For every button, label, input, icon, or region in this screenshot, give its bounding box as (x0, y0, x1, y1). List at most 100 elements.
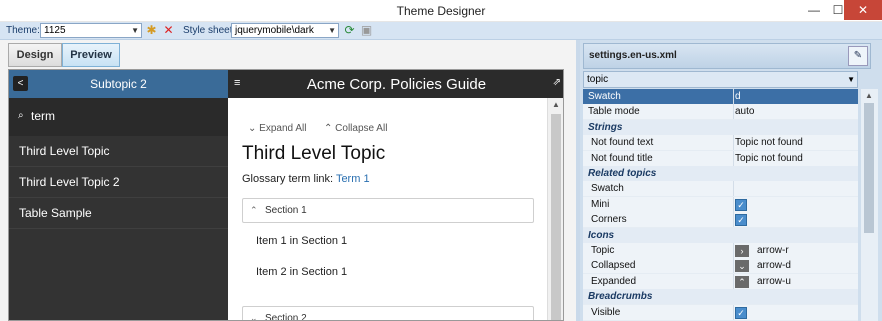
checkbox-checked-icon[interactable]: ✓ (735, 307, 747, 319)
property-row[interactable]: Collapsed ⌄ arrow-d (583, 258, 858, 274)
property-row[interactable]: Swatch (583, 181, 858, 197)
tab-preview[interactable]: Preview (62, 43, 120, 67)
property-row[interactable]: Mini ✓ (583, 197, 858, 213)
property-name: Expanded (591, 276, 637, 287)
property-scrollbar[interactable]: ▲ (861, 89, 878, 321)
category-label: Strings (588, 122, 623, 133)
property-name: Table mode (588, 106, 640, 117)
arrow-icon: ⌄ (735, 260, 749, 272)
property-row[interactable]: Corners ✓ (583, 212, 858, 228)
chevron-down-icon: ▼ (328, 26, 336, 35)
cell-divider (733, 181, 734, 196)
checkbox-checked-icon[interactable]: ✓ (735, 214, 747, 226)
property-name: Corners (591, 214, 627, 225)
property-value[interactable]: Topic not found (735, 153, 803, 164)
section-1-item-1: Item 1 in Section 1 (256, 235, 348, 247)
chevron-up-icon: ⌃ (324, 123, 333, 134)
chevron-down-icon: ⌄ (250, 313, 258, 321)
property-value[interactable]: arrow-r (757, 245, 789, 256)
element-selector-value: topic (587, 74, 609, 85)
category-label: Icons (588, 230, 615, 241)
property-value[interactable]: arrow-u (757, 276, 791, 287)
property-value[interactable]: auto (735, 106, 754, 117)
property-value[interactable]: d (735, 91, 741, 102)
property-row[interactable]: Not found text Topic not found (583, 135, 858, 151)
property-name: Not found title (591, 153, 653, 164)
cell-divider (733, 89, 734, 104)
property-row[interactable]: Expanded ⌃ arrow-u (583, 274, 858, 290)
section-1-title: Section 1 (265, 205, 307, 216)
property-name: Visible (591, 307, 621, 318)
edit-icon[interactable]: ✎ (848, 46, 868, 66)
topic-content: ⌄ Expand All ⌃ Collapse All Third Level … (228, 98, 546, 321)
property-row[interactable]: Swatch d (583, 89, 858, 105)
property-row[interactable]: Not found title Topic not found (583, 151, 858, 167)
scroll-up-icon[interactable]: ▲ (552, 100, 560, 109)
nav-panel: < Subtopic 2 ⌕ term Third Level Topic Th… (9, 70, 228, 320)
property-row[interactable]: Topic › arrow-r (583, 243, 858, 259)
remove-stylesheet-icon[interactable]: ▣ (360, 24, 373, 37)
cell-divider (733, 104, 734, 119)
cell-divider (733, 212, 734, 227)
property-category[interactable]: Breadcrumbs (583, 289, 858, 305)
preview-scrollbar[interactable]: ▲ (547, 98, 563, 320)
window-title: Theme Designer (396, 4, 486, 18)
category-label: Related topics (588, 168, 657, 179)
nav-item-third-level-topic-2[interactable]: Third Level Topic 2 (9, 167, 228, 198)
property-category[interactable]: Icons (583, 228, 858, 244)
add-stylesheet-icon[interactable]: ⟳ (343, 24, 356, 37)
nav-header-title: Subtopic 2 (90, 77, 147, 91)
arrow-icon: › (735, 245, 749, 257)
cell-divider (733, 258, 734, 273)
chevron-up-icon: ⌃ (250, 205, 258, 215)
expand-all-label: Expand All (259, 123, 307, 134)
close-button[interactable]: ✕ (844, 0, 882, 20)
nav-item-table-sample[interactable]: Table Sample (9, 198, 228, 229)
property-row[interactable]: Table mode auto (583, 104, 858, 120)
property-name: Collapsed (591, 260, 636, 271)
property-value[interactable]: arrow-d (757, 260, 791, 271)
property-name: Mini (591, 199, 610, 210)
stylesheet-select[interactable]: jquerymobile\dark ▼ (231, 23, 339, 38)
element-selector[interactable]: topic ▼ (583, 71, 858, 88)
arrow-icon: ⌃ (735, 276, 749, 288)
section-1-item-2: Item 2 in Section 1 (256, 266, 348, 278)
scroll-thumb[interactable] (551, 114, 561, 320)
settings-file-name: settings.en-us.xml (589, 50, 677, 61)
scroll-thumb[interactable] (864, 103, 874, 233)
scroll-up-icon[interactable]: ▲ (865, 91, 873, 100)
topic-header-title: Acme Corp. Policies Guide (306, 76, 487, 93)
topic-header: ≡ Acme Corp. Policies Guide ⇗ (228, 70, 563, 98)
theme-select-value: 1125 (44, 25, 66, 36)
search-box[interactable]: ⌕ term (9, 98, 228, 136)
checkbox-checked-icon[interactable]: ✓ (735, 199, 747, 211)
delete-theme-icon[interactable]: ✕ (162, 24, 175, 37)
theme-select[interactable]: 1125 ▼ (40, 23, 142, 38)
tab-design[interactable]: Design (8, 43, 62, 67)
property-name: Swatch (588, 91, 621, 102)
topic-panel: ≡ Acme Corp. Policies Guide ⇗ ⌄ Expand A… (228, 70, 563, 321)
preview-frame: < Subtopic 2 ⌕ term Third Level Topic Th… (8, 69, 564, 321)
external-link-icon[interactable]: ⇗ (553, 77, 561, 88)
chevron-down-icon: ▼ (131, 26, 139, 35)
glossary-label: Glossary term link: (242, 173, 334, 185)
property-row[interactable]: Visible ✓ (583, 305, 858, 321)
cell-divider (733, 243, 734, 258)
left-panel: Design Preview < Subtopic 2 ⌕ term Third… (0, 40, 576, 321)
expand-all-button[interactable]: ⌄ Expand All (248, 123, 306, 134)
glossary-link[interactable]: Term 1 (336, 173, 370, 185)
property-category[interactable]: Related topics (583, 166, 858, 182)
chevron-down-icon: ▼ (847, 75, 855, 84)
cell-divider (733, 274, 734, 289)
collapse-all-button[interactable]: ⌃ Collapse All (324, 123, 387, 134)
property-name: Swatch (591, 183, 624, 194)
search-input[interactable]: term (31, 109, 55, 123)
property-value[interactable]: Topic not found (735, 137, 803, 148)
property-category[interactable]: Strings (583, 120, 858, 136)
section-1-toggle[interactable]: ⌃ Section 1 (242, 198, 534, 223)
property-name: Not found text (591, 137, 654, 148)
new-theme-icon[interactable]: ✱ (145, 24, 158, 37)
section-2-toggle[interactable]: ⌄ Section 2 (242, 306, 534, 321)
nav-item-third-level-topic[interactable]: Third Level Topic (9, 136, 228, 167)
cell-divider (733, 197, 734, 212)
